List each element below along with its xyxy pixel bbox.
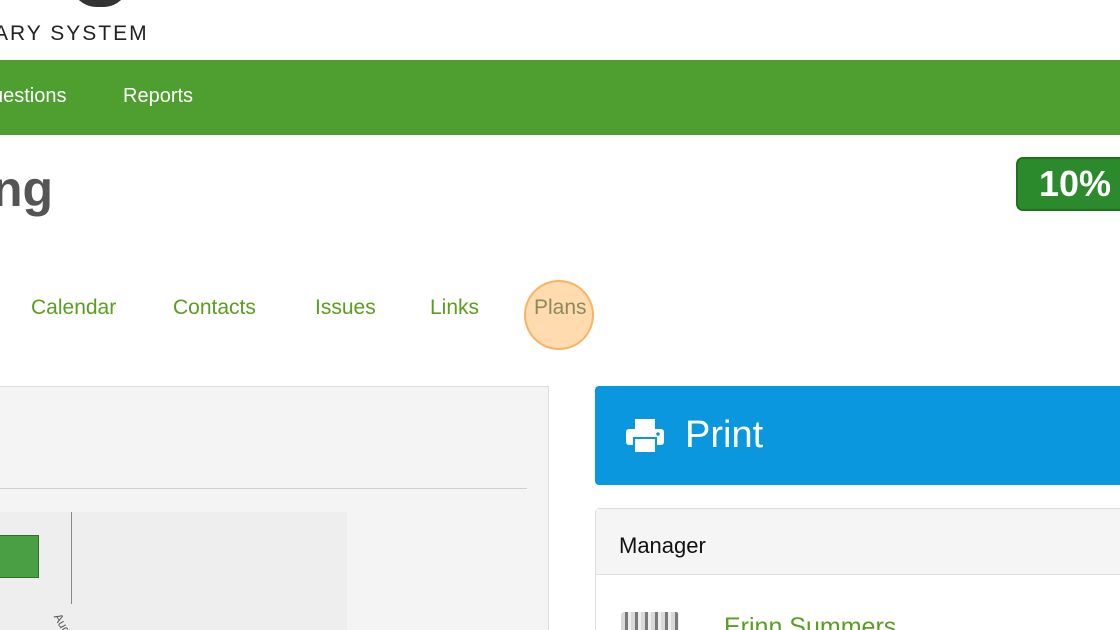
print-button[interactable]: Print	[595, 386, 1120, 485]
chart-axis-line	[71, 512, 72, 604]
brand-subtitle: ARY SYSTEM	[0, 22, 149, 45]
tab-contacts[interactable]: Contacts	[173, 296, 256, 320]
gantt-chart	[0, 512, 347, 630]
tab-plans[interactable]: Plans	[534, 296, 587, 320]
tab-issues[interactable]: Issues	[315, 296, 376, 320]
manager-name-link[interactable]: Erinn Summers	[724, 613, 896, 630]
page: ARY SYSTEM uestions Reports ng 10% Calen…	[0, 0, 1120, 630]
progress-badge: 10%	[1016, 157, 1120, 211]
panel-divider	[0, 488, 527, 489]
avatar	[621, 612, 679, 630]
nav-item-reports[interactable]: Reports	[123, 85, 193, 108]
plan-panel: Aug	[0, 386, 549, 630]
page-title: ng	[0, 161, 54, 217]
manager-panel-header: Manager	[596, 509, 1120, 575]
nav-item-questions[interactable]: uestions	[0, 85, 67, 108]
tab-calendar[interactable]: Calendar	[31, 296, 116, 320]
printer-icon	[626, 419, 664, 453]
manager-title: Manager	[619, 533, 706, 558]
manager-panel: Manager Erinn Summers	[595, 508, 1120, 630]
print-label: Print	[685, 414, 764, 456]
gantt-task-bar[interactable]	[0, 535, 39, 578]
tab-links[interactable]: Links	[430, 296, 479, 320]
top-navigation: uestions Reports	[0, 60, 1120, 135]
logo-mark	[70, 0, 130, 7]
